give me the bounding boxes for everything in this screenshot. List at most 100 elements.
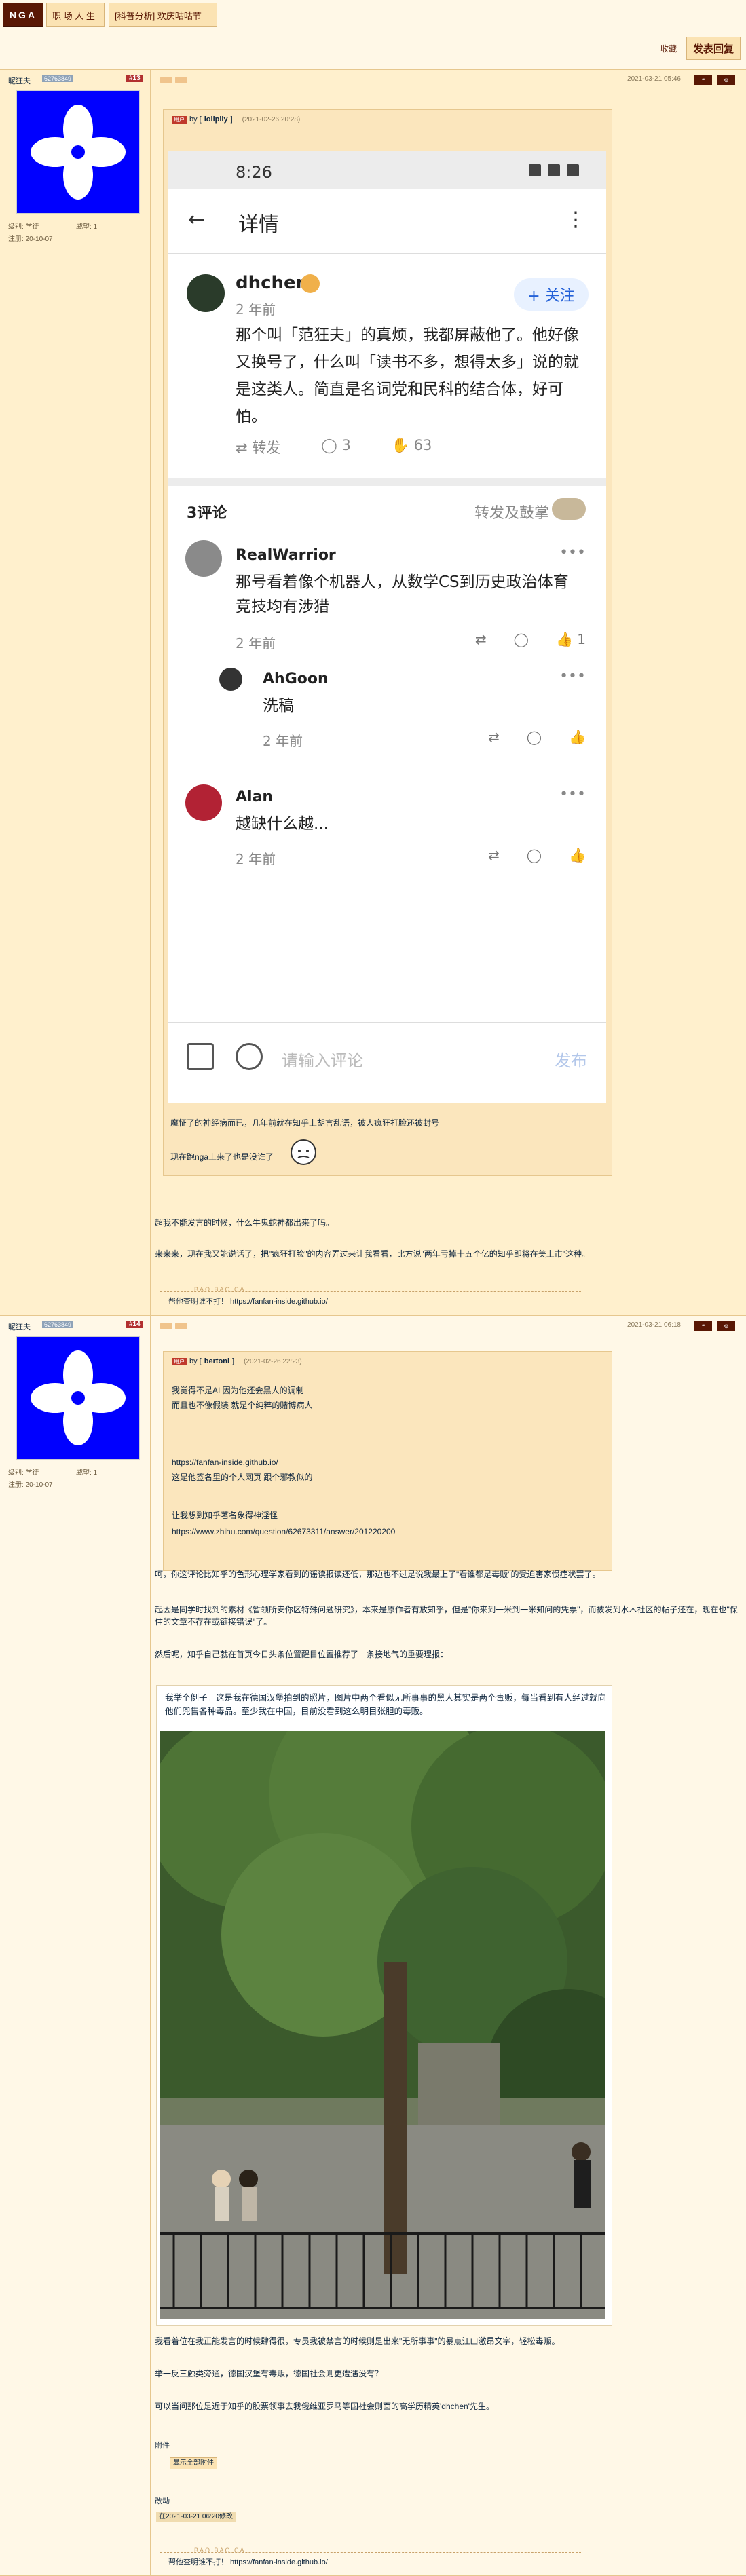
quote-icon[interactable]: ❝ (694, 75, 712, 85)
phone-post-actions: ⇄ 转发 ◯ 3 ✋ 63 (236, 437, 432, 457)
comment-icon: ◯ (513, 631, 529, 647)
comment-text: 洗稿 (263, 697, 294, 715)
user-tag: 用户 (172, 115, 187, 124)
author-level: 级别: 学徒 (8, 223, 39, 231)
comment-icon: ◯ (526, 847, 542, 863)
avatar[interactable] (16, 90, 140, 214)
sign-icon[interactable] (160, 1323, 172, 1329)
breadcrumb-thread[interactable]: [科普分析] 欢庆咕咕节 (109, 3, 217, 27)
post-date: 2021-03-21 05:46 (627, 75, 681, 83)
signature-label: BAO BAO CA (194, 1286, 246, 1293)
comment-author: Alan (236, 789, 274, 806)
author-name[interactable]: 昵狂夫 (8, 75, 31, 86)
phone-author: dhchen (236, 273, 309, 293)
quote-by: by [ (189, 1357, 202, 1365)
settings-icon[interactable]: ⚙ (717, 1321, 735, 1331)
quote-block: 用户 by [ lolipily ] (2021-02-26 20:28) 8:… (163, 109, 612, 1176)
status-time: 8:26 (236, 163, 272, 182)
thumb-up-icon: 👍 (569, 729, 586, 745)
quote-icon[interactable]: ❝ (694, 1321, 712, 1331)
comment-item: Alan ••• 越缺什么越... 2 年前 ⇄ ◯ 👍 (168, 784, 606, 873)
comment-time: 2 年前 (236, 851, 276, 867)
favorite-button[interactable]: 收藏 (654, 38, 684, 58)
quote-caption: 现在跑nga上来了也是没谁了 (170, 1152, 274, 1162)
post-14: 昵狂夫 62763849 #14 级别: 学徒 威望: 1 注册: 20-10-… (0, 1315, 746, 2576)
phone-nav-bar: ← 详情 ⋮ (168, 189, 606, 254)
repost-icon: ⇄ (474, 631, 487, 647)
author-registered: 注册: 20-10-07 (8, 235, 53, 243)
comment-icon: ◯ (526, 729, 542, 745)
quote-line: 让我想到知乎著名象得神淫怪 (172, 1511, 278, 1520)
sign-icon[interactable] (175, 1323, 187, 1329)
reply-button[interactable]: 发表回复 (686, 37, 741, 60)
floor-number[interactable]: #14 (126, 1321, 143, 1328)
quote-link[interactable]: https://fanfan-inside.github.io/ (172, 1456, 278, 1469)
avatar (552, 498, 586, 520)
post-text: 我看着位在我正能发言的时候肆得很，专员我被禁言的时候则是出来"无所事事"的暴点江… (155, 2336, 560, 2346)
status-icons (529, 164, 579, 176)
quote-header: 用户 by [ lolipily ] (2021-02-26 20:28) (172, 115, 300, 124)
phone-screenshot: 8:26 ← 详情 ⋮ dhchen 2 年前 + 关注 那个叫「范狂夫」的真烦… (168, 151, 606, 1103)
avatar (187, 274, 225, 312)
comment-actions: ⇄ ◯ 👍 (488, 847, 586, 863)
comment-item: RealWarrior ••• 那号看着像个机器人，从数学CS到历史政治体育竞技… (168, 540, 606, 656)
author-prestige: 威望: 1 (76, 1469, 98, 1477)
more-icon: ••• (559, 668, 586, 685)
comment-item: AhGoon ••• 洗稿 2 年前 ⇄ ◯ 👍 (168, 668, 606, 756)
comment-time: 2 年前 (236, 635, 276, 651)
quote-by: by [ (189, 115, 202, 124)
quote-line: 我觉得不是AI 因为他还会黑人的调制 (172, 1386, 304, 1395)
post-text: 起因是同学时找到的素材《暂领所安你区特殊问题研究》，本来是原作者有放知乎，但是"… (155, 1605, 738, 1627)
sign-icon[interactable] (175, 77, 187, 83)
avatar (185, 540, 222, 577)
quote-link[interactable]: https://www.zhihu.com/question/62673311/… (172, 1526, 395, 1538)
author-column: 昵狂夫 62763849 #14 级别: 学徒 威望: 1 注册: 20-10-… (0, 1316, 151, 2575)
send-button: 发布 (555, 1051, 587, 1070)
author-registered: 注册: 20-10-07 (8, 1481, 53, 1489)
author-column: 昵狂夫 62763849 #13 级别: 学徒 威望: 1 注册: 20-10-… (0, 70, 151, 1316)
show-attachments-button[interactable]: 显示全部附件 (170, 2457, 217, 2469)
sign-icon[interactable] (160, 77, 172, 83)
settings-icon[interactable]: ⚙ (717, 75, 735, 85)
signature-label: BAO BAO CA (194, 2547, 246, 2554)
comment-placeholder: 请输入评论 (282, 1051, 363, 1070)
sticker-image (283, 1135, 324, 1173)
author-prestige: 威望: 1 (76, 223, 98, 231)
top-bar: NGA 职 场 人 生 [科普分析] 欢庆咕咕节 (0, 0, 746, 33)
author-uid[interactable]: 62763849 (42, 75, 74, 82)
avatar (185, 784, 222, 821)
post-date: 2021-03-21 06:18 (627, 1321, 681, 1329)
quote-user[interactable]: bertoni (204, 1357, 229, 1365)
author-name[interactable]: 昵狂夫 (8, 1321, 31, 1332)
author-uid[interactable]: 62763849 (42, 1321, 74, 1328)
comment-author: RealWarrior (236, 547, 336, 564)
phone-comments: 3评论 转发及鼓掌 RealWarrior ••• 那号看着像个机器人，从数学C… (168, 486, 606, 1022)
floor-number[interactable]: #13 (126, 75, 143, 82)
comment-input-bar: 请输入评论 发布 (168, 1022, 606, 1103)
comment-text: 越缺什么越... (236, 815, 329, 833)
post-content: 2021-03-21 05:46 ❝ ⚙ 用户 by [ lolipily ] … (151, 70, 746, 1316)
breadcrumb-forum[interactable]: 职 场 人 生 (46, 3, 105, 27)
avatar[interactable] (16, 1336, 140, 1460)
action-bar: 收藏 发表回复 (0, 33, 746, 69)
repost-icon: ⇄ 转发 (236, 440, 281, 456)
avatar (219, 668, 242, 691)
quote-line: 这是他签名里的个人网页 跟个邪教似的 (172, 1473, 313, 1482)
follow-button: + 关注 (514, 278, 589, 311)
street-photo[interactable] (160, 1731, 605, 2319)
quote-user[interactable]: lolipily (204, 115, 228, 124)
quote-header: 用户 by [ bertoni ] (2021-02-26 22:23) (172, 1357, 302, 1365)
phone-post-body: 那个叫「范狂夫」的真烦，我都屏蔽他了。他好像又换号了，什么叫「读书不多，想得太多… (236, 326, 579, 425)
signature-link[interactable]: 帮他查明谁不打！ https://fanfan-inside.github.io… (168, 1295, 328, 1308)
repost-icon: ⇄ (487, 847, 500, 863)
signature-link[interactable]: 帮他查明谁不打！ https://fanfan-inside.github.io… (168, 2556, 328, 2569)
nga-logo[interactable]: NGA (3, 3, 43, 27)
image-icon (187, 1043, 214, 1070)
emoji-icon (236, 1043, 263, 1070)
user-tag: 用户 (172, 1357, 187, 1365)
thumb-up-icon: 👍 (569, 847, 586, 863)
more-icon: ••• (559, 786, 586, 803)
comment-author: AhGoon (263, 670, 329, 687)
thumb-up-icon: 👍 1 (556, 631, 586, 647)
post-text: 超我不能发言的时候，什么牛鬼蛇神都出来了吗。 (155, 1218, 335, 1228)
